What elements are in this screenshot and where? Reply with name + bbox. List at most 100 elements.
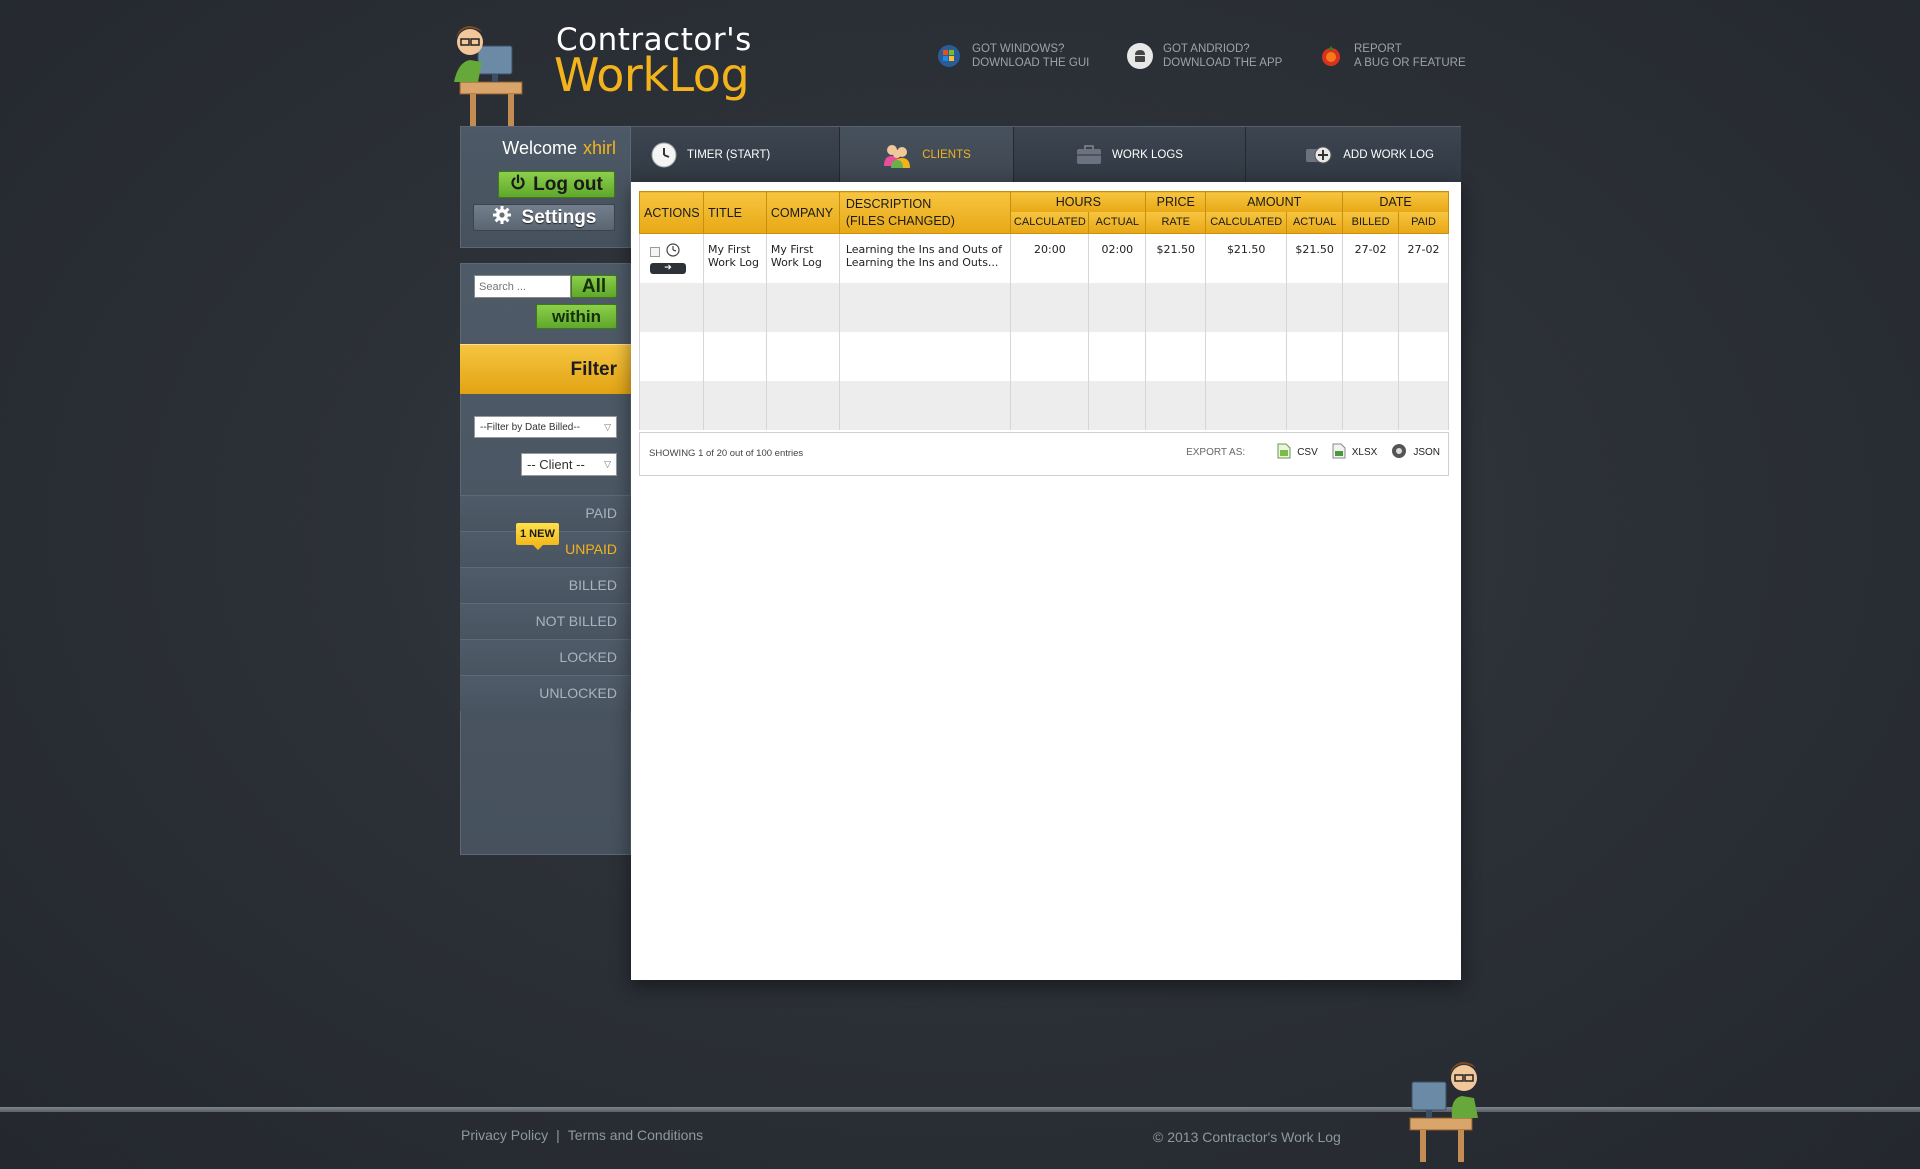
filter-item-not-billed[interactable]: NOT BILLED <box>460 603 631 639</box>
filter-item-unpaid-label: UNPAID <box>565 541 617 557</box>
brand-line2: WorkLog <box>554 48 750 102</box>
search-all-button[interactable]: All <box>571 275 617 298</box>
col-date-paid[interactable]: PAID <box>1398 211 1449 234</box>
tab-timer[interactable]: TIMER (START) <box>631 127 840 183</box>
xlsx-file-icon <box>1332 443 1346 462</box>
col-description-label: DESCRIPTION <box>845 196 932 211</box>
footer-mascot <box>1390 1058 1485 1166</box>
report-bug-line1: REPORT <box>1354 43 1402 55</box>
table-row-empty <box>639 380 1449 430</box>
col-amount-calculated[interactable]: CALCULATED <box>1205 211 1288 234</box>
logout-button[interactable]: Log out <box>498 171 615 198</box>
col-hours-actual[interactable]: ACTUAL <box>1088 211 1147 234</box>
export-xlsx-button[interactable]: XLSX <box>1332 443 1378 462</box>
col-amount-actual[interactable]: ACTUAL <box>1286 211 1344 234</box>
col-actions[interactable]: ACTIONS <box>639 191 704 234</box>
table-row[interactable]: ➔ My First Work Log My First Work Log Le… <box>639 233 1449 283</box>
export-label: EXPORT AS: <box>1186 447 1246 458</box>
col-title[interactable]: TITLE <box>702 191 767 234</box>
user-panel: Welcome xhirl Log out Settings <box>460 126 631 248</box>
row-amount-actual: $21.50 <box>1286 233 1344 283</box>
row-billed: 27-02 <box>1342 233 1400 283</box>
col-group-price: PRICE <box>1145 191 1207 212</box>
row-title: My First Work Log <box>702 233 767 283</box>
new-badge: 1 New <box>516 523 559 550</box>
filter-item-unpaid[interactable]: 1 New UNPAID <box>460 523 631 567</box>
col-hours-calculated[interactable]: CALCULATED <box>1010 211 1090 234</box>
download-android-link[interactable]: GOT ANDRIOD? DOWNLOAD THE APP <box>1127 42 1282 70</box>
tab-work-logs-label: WORK LOGS <box>1112 149 1183 161</box>
filter-date-select[interactable]: --Filter by Date Billed-- ▽ <box>474 416 617 438</box>
filter-item-locked[interactable]: LOCKED <box>460 639 631 675</box>
export-csv-label: CSV <box>1297 447 1318 458</box>
json-icon <box>1391 443 1407 462</box>
row-hours-calculated: 20:00 <box>1010 233 1090 283</box>
filter-header: Filter <box>460 344 631 394</box>
export-xlsx-label: XLSX <box>1351 447 1378 458</box>
bug-icon <box>1318 43 1344 69</box>
sidebar: All within Filter --Filter by Date Bille… <box>460 263 631 855</box>
filter-item-unlocked[interactable]: UNLOCKED <box>460 675 631 711</box>
terms-link[interactable]: Terms and Conditions <box>568 1127 703 1143</box>
col-price-rate[interactable]: RATE <box>1145 211 1207 234</box>
logo-mascot[interactable] <box>450 20 545 128</box>
settings-button[interactable]: Settings <box>473 204 615 231</box>
row-rate: $21.50 <box>1145 233 1207 283</box>
col-company[interactable]: COMPANY <box>765 191 840 234</box>
col-description-sub: (FILES CHANGED) <box>845 213 955 228</box>
download-windows-link[interactable]: GOT WINDOWS? DOWNLOAD THE GUI <box>936 42 1089 70</box>
download-windows-line2: DOWNLOAD THE GUI <box>972 57 1090 69</box>
report-bug-line2: A BUG OR FEATURE <box>1354 57 1466 69</box>
table-row-empty <box>639 282 1449 332</box>
add-icon <box>1305 145 1333 165</box>
col-description[interactable]: DESCRIPTION (FILES CHANGED) <box>838 191 1012 234</box>
welcome-text: Welcome xhirl <box>502 138 616 159</box>
welcome-label: Welcome <box>502 138 577 158</box>
username: xhirl <box>582 138 616 158</box>
filter-item-billed[interactable]: BILLED <box>460 567 631 603</box>
copyright-text: © 2013 Contractor's Work Log <box>1153 1129 1341 1145</box>
tab-clients[interactable]: CLIENTS <box>840 127 1014 183</box>
tab-timer-label: TIMER (START) <box>687 149 771 161</box>
entries-count: SHOWING 1 of 20 out of 100 entries <box>649 448 804 459</box>
report-bug-link[interactable]: REPORT A BUG OR FEATURE <box>1318 42 1466 70</box>
client-select-value: -- Client -- <box>527 457 585 472</box>
tab-work-logs[interactable]: WORK LOGS <box>1014 127 1246 183</box>
csv-file-icon <box>1277 443 1291 462</box>
export-bar: EXPORT AS: CSV XLSX JSON <box>1186 443 1440 462</box>
download-android-line2: DOWNLOAD THE APP <box>1163 57 1283 69</box>
footer-divider <box>0 1107 1920 1112</box>
download-android-line1: GOT ANDRIOD? <box>1163 43 1250 55</box>
col-date-billed[interactable]: BILLED <box>1342 211 1400 234</box>
settings-label: Settings <box>521 206 597 228</box>
footer-links: Privacy Policy | Terms and Conditions <box>461 1127 703 1143</box>
search-input[interactable] <box>474 275 571 298</box>
col-group-amount: AMOUNT <box>1205 191 1344 212</box>
tab-add-work-log-label: ADD WORK LOG <box>1343 149 1434 161</box>
android-icon <box>1127 43 1153 69</box>
work-log-table: ACTIONS TITLE COMPANY DESCRIPTION (FILES… <box>639 191 1449 430</box>
power-icon <box>510 173 526 196</box>
export-json-button[interactable]: JSON <box>1391 443 1440 462</box>
table-footer: SHOWING 1 of 20 out of 100 entries EXPOR… <box>639 432 1449 476</box>
search-within-button[interactable]: within <box>536 304 617 329</box>
open-arrow-icon[interactable]: ➔ <box>650 263 686 274</box>
col-group-hours: HOURS <box>1010 191 1147 212</box>
privacy-policy-link[interactable]: Privacy Policy <box>461 1127 548 1143</box>
main-nav: TIMER (START) CLIENTS WORK LOGS ADD WORK… <box>631 126 1461 183</box>
tab-add-work-log[interactable]: ADD WORK LOG <box>1246 127 1461 183</box>
gear-icon <box>492 205 512 231</box>
chevron-down-icon: ▽ <box>604 421 611 432</box>
footer-separator: | <box>556 1127 560 1143</box>
row-checkbox[interactable] <box>650 246 660 257</box>
timer-icon[interactable] <box>666 243 680 260</box>
briefcase-icon <box>1076 145 1102 165</box>
tab-clients-label: CLIENTS <box>922 149 971 161</box>
clients-icon <box>882 142 912 168</box>
export-json-label: JSON <box>1413 447 1440 458</box>
client-select[interactable]: -- Client -- ▽ <box>521 453 617 476</box>
row-paid: 27-02 <box>1398 233 1449 283</box>
table-row-empty <box>639 331 1449 381</box>
row-amount-calculated: $21.50 <box>1205 233 1288 283</box>
export-csv-button[interactable]: CSV <box>1277 443 1318 462</box>
